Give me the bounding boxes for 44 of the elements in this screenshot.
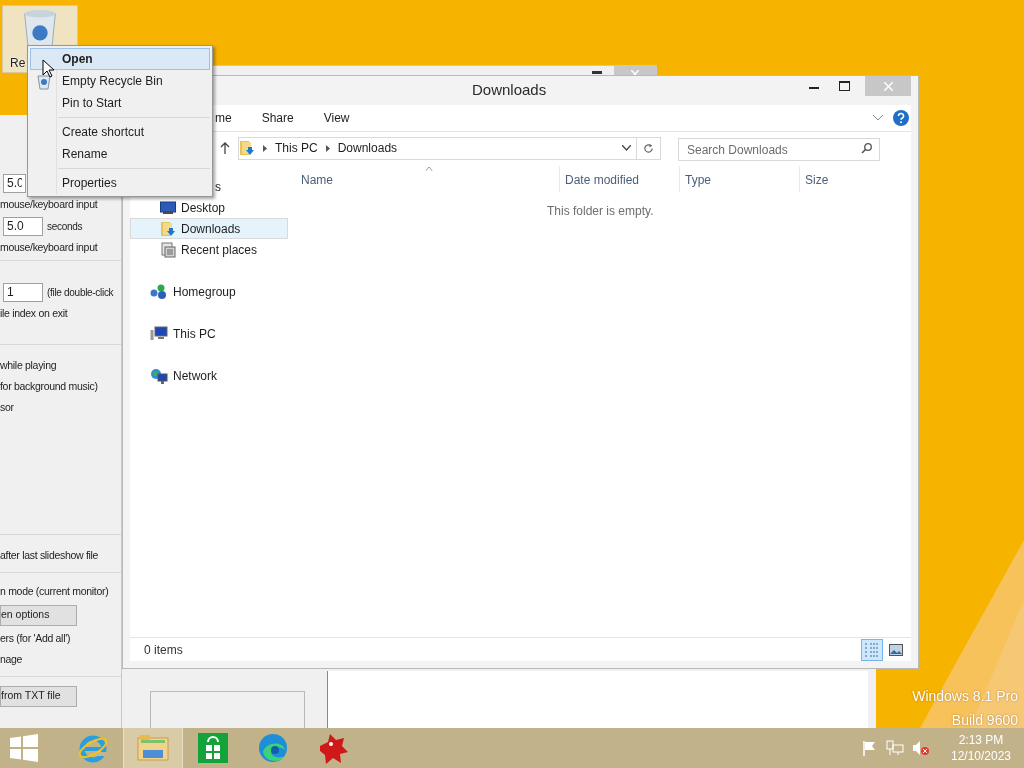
window-title: Downloads [472, 80, 547, 101]
menu-item[interactable]: Create shortcut [30, 121, 210, 143]
nav-item[interactable]: This PC [130, 323, 288, 344]
item-count: 0 items [144, 641, 183, 659]
option-label: sor [0, 399, 14, 415]
option-button[interactable]: from TXT file [0, 685, 77, 707]
breadcrumb-link[interactable]: Downloads [337, 139, 398, 157]
option-label: n mode (current monitor) [0, 583, 109, 599]
option-label: mouse/keyboard input [0, 196, 98, 212]
option-label: mouse/keyboard input [0, 239, 98, 255]
column-header[interactable]: Date modified [559, 166, 679, 192]
empty-folder-message: This folder is empty. [547, 203, 654, 220]
option-label: nage [0, 651, 23, 667]
os-version-text: Build 9600 [951, 711, 1018, 730]
option-label: for background music) [0, 378, 98, 394]
option-label: while playing [0, 357, 57, 373]
menu-item[interactable]: Rename [30, 143, 210, 165]
address-bar[interactable]: This PC Downloads [238, 136, 661, 160]
column-header[interactable]: Size [799, 166, 879, 192]
breadcrumb-link[interactable]: This PC [275, 139, 318, 157]
option-label: ile index on exit [0, 305, 68, 321]
option-label: after last slideshow file [0, 547, 99, 563]
column-header[interactable]: Type [679, 166, 799, 192]
number-field[interactable]: 5.0 [3, 216, 43, 236]
nav-item[interactable]: Desktop [130, 197, 288, 218]
menu-item[interactable]: Open [30, 48, 210, 70]
column-header[interactable]: Name [298, 166, 559, 192]
number-field[interactable]: 1 [3, 282, 43, 302]
ribbon-tab[interactable]: Share [261, 109, 294, 127]
field-label: seconds [47, 219, 83, 234]
ribbon-tab[interactable]: View [323, 109, 350, 127]
ribbon-tab[interactable]: me [215, 109, 232, 127]
nav-item[interactable]: Recent places [130, 239, 288, 260]
nav-item[interactable]: Downloads [130, 218, 288, 239]
option-label: ers (for 'Add all') [0, 630, 71, 646]
os-version-text: Windows 8.1 Pro [912, 687, 1018, 706]
menu-item[interactable]: Properties [30, 172, 210, 194]
option-button[interactable]: en options [0, 604, 77, 626]
nav-item[interactable]: Network [130, 365, 288, 386]
search-field[interactable]: Search Downloads [678, 138, 880, 161]
menu-item[interactable]: Empty Recycle Bin [30, 70, 210, 92]
nav-item[interactable]: Homegroup [130, 281, 288, 302]
field-label: (file double-click [47, 285, 114, 300]
menu-item[interactable]: Pin to Start [30, 92, 210, 114]
